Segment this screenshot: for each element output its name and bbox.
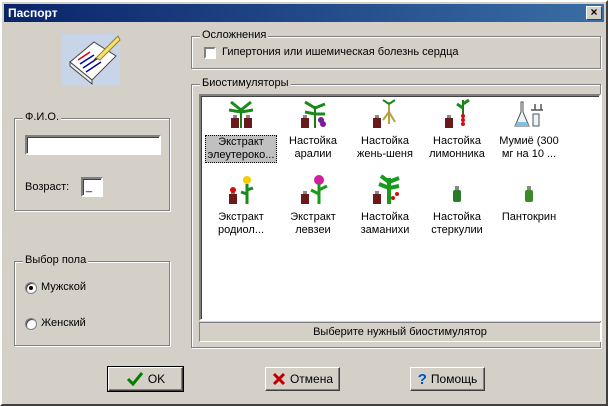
item-caption: Настойка стеркулии: [431, 211, 483, 236]
window-title: Паспорт: [8, 6, 58, 20]
item-caption: Настойка жень-шеня: [357, 135, 413, 160]
fio-legend: Ф.И.О.: [23, 111, 61, 123]
biostim-item-aralia[interactable]: Настойка аралии: [277, 98, 349, 161]
item-caption: Настойка лимонника: [429, 135, 485, 160]
fio-group: Ф.И.О. Возраст: _: [14, 111, 170, 211]
eleutherococcus-icon: [228, 100, 254, 128]
male-label[interactable]: Мужской: [41, 281, 86, 293]
pantocrine-icon: [525, 186, 533, 202]
biostim-item-ginseng[interactable]: Настойка жень-шеня: [349, 98, 421, 161]
biostim-legend: Биостимуляторы: [200, 77, 291, 89]
ok-button[interactable]: OK: [107, 366, 184, 392]
complications-group: Осложнения Гипертония или ишемическая бо…: [191, 29, 601, 69]
passport-dialog: Паспорт × Осложнения Гипертония или ишем…: [0, 0, 608, 406]
item-caption: Настойка аралии: [289, 135, 337, 160]
help-icon: ?: [417, 370, 427, 388]
gender-group: Выбор пола Мужской Женский: [14, 254, 170, 346]
age-value: _: [86, 181, 93, 193]
cancel-button[interactable]: Отмена: [265, 367, 340, 391]
item-caption: Мумиё (300 мг на 10 ...: [499, 135, 559, 160]
cross-icon: [272, 372, 286, 386]
female-label[interactable]: Женский: [41, 317, 86, 329]
radio-selected-dot: [29, 286, 33, 290]
hypertension-checkbox[interactable]: [204, 47, 216, 59]
hypertension-label[interactable]: Гипертония или ишемическая болезнь сердц…: [222, 46, 458, 58]
sterculia-icon: [453, 186, 461, 202]
aralia-icon: [301, 100, 326, 128]
biostim-item-zamanikha[interactable]: Настойка заманихи: [349, 174, 421, 237]
complications-legend: Осложнения: [200, 29, 269, 41]
schisandra-icon: [445, 98, 470, 128]
item-caption: Экстракт родиол...: [217, 211, 265, 236]
zamanikha-icon: [373, 174, 400, 204]
mumie-icon: [514, 101, 543, 127]
rhodiola-icon: [229, 176, 254, 204]
help-button[interactable]: ? Помощь: [410, 367, 485, 391]
biostim-item-pantocrine[interactable]: Пантокрин: [493, 174, 565, 224]
leuzea-icon: [301, 175, 328, 204]
checkmark-icon: [126, 372, 143, 387]
cancel-label: Отмена: [289, 372, 334, 386]
biostim-item-eleutherococcus[interactable]: Экстракт элеутероко...: [205, 98, 277, 163]
item-caption: Пантокрин: [501, 211, 557, 223]
gender-legend: Выбор пола: [23, 254, 89, 266]
male-radio[interactable]: [25, 282, 37, 294]
biostim-item-schisandra[interactable]: Настойка лимонника: [421, 98, 493, 161]
biostim-item-mumie[interactable]: Мумиё (300 мг на 10 ...: [493, 98, 565, 161]
item-caption: Экстракт левзеи: [290, 211, 336, 236]
age-label: Возраст:: [25, 181, 70, 193]
item-caption: Экстракт элеутероко...: [205, 135, 277, 163]
ginseng-icon: [373, 99, 396, 128]
help-label: Помощь: [430, 372, 478, 386]
biostim-status-bar: Выберите нужный биостимулятор: [199, 322, 601, 342]
biostim-item-sterculia[interactable]: Настойка стеркулии: [421, 174, 493, 237]
biostim-item-leuzea[interactable]: Экстракт левзеи: [277, 174, 349, 237]
female-radio[interactable]: [25, 318, 37, 330]
passport-logo-icon: [60, 32, 122, 88]
fio-input[interactable]: [25, 135, 161, 155]
age-input[interactable]: _: [81, 177, 103, 197]
biostim-listview[interactable]: Экстракт элеутероко... Настойка аралии Нас…: [199, 94, 601, 321]
ok-label: OK: [147, 372, 166, 386]
item-caption: Настойка заманихи: [360, 211, 410, 236]
close-button[interactable]: ×: [586, 6, 602, 20]
title-bar[interactable]: Паспорт ×: [4, 4, 604, 22]
biostim-item-rhodiola[interactable]: Экстракт родиол...: [205, 174, 277, 237]
